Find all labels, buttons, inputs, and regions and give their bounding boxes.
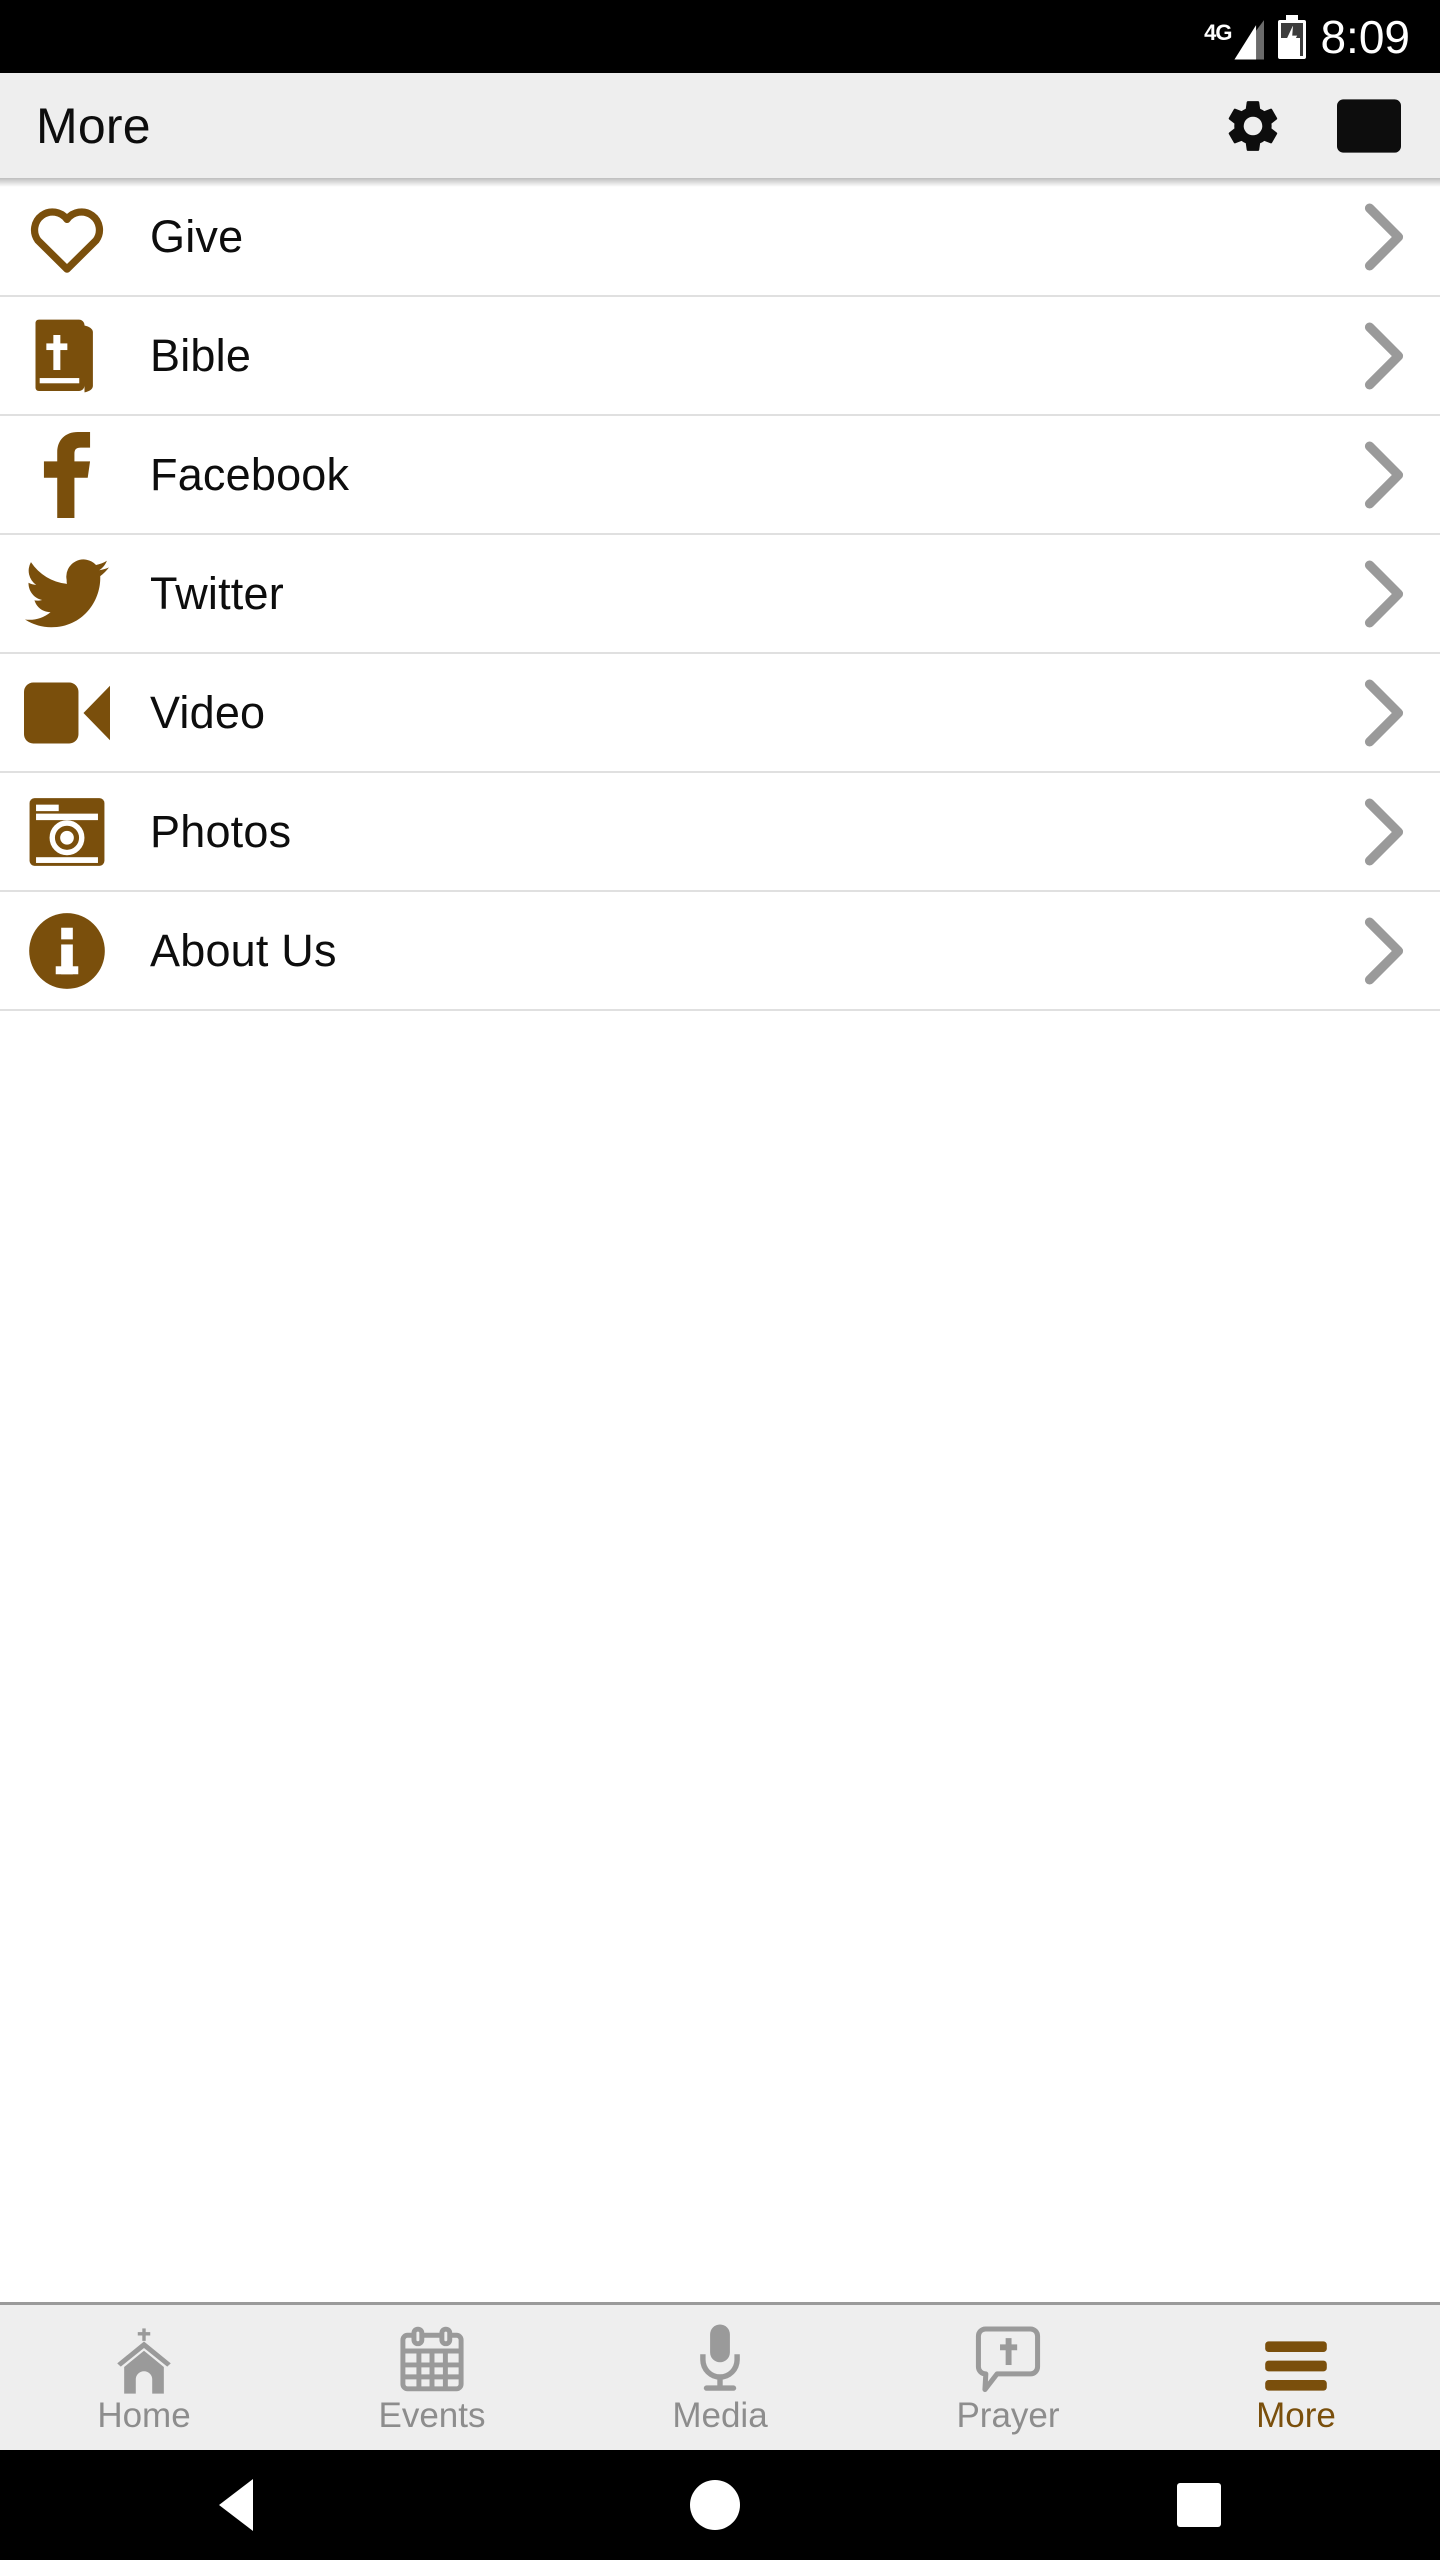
camera-icon	[24, 789, 110, 875]
hamburger-menu-icon	[1265, 2322, 1327, 2394]
system-navigation-bar	[0, 2450, 1440, 2560]
menu-item-photos[interactable]: Photos	[0, 773, 1440, 892]
phone-screen: 4G 8:09 More Give Bible Facebook Twitter…	[0, 0, 1440, 2560]
menu-item-label: Video	[150, 686, 266, 738]
tab-label: Media	[672, 2396, 768, 2435]
chevron-right-icon	[1362, 677, 1406, 749]
facebook-icon	[24, 431, 110, 518]
chevron-right-icon	[1362, 439, 1406, 511]
menu-item-label: Photos	[150, 805, 292, 857]
menu-item-label: Facebook	[150, 448, 350, 500]
tab-home[interactable]: Home	[0, 2305, 288, 2450]
tab-label: Home	[97, 2396, 191, 2435]
bible-book-icon	[24, 313, 110, 399]
video-camera-icon	[24, 670, 110, 756]
menu-item-give[interactable]: Give	[0, 178, 1440, 297]
menu-item-bible[interactable]: Bible	[0, 297, 1440, 416]
menu-item-label: Twitter	[150, 567, 284, 619]
status-bar: 4G 8:09	[0, 0, 1440, 73]
chevron-right-icon	[1362, 796, 1406, 868]
status-bar-clock: 8:09	[1320, 10, 1410, 63]
menu-item-video[interactable]: Video	[0, 654, 1440, 773]
page-title: More	[36, 97, 151, 154]
chevron-right-icon	[1362, 915, 1406, 987]
info-circle-icon	[24, 908, 110, 994]
chevron-right-icon	[1362, 201, 1406, 273]
tab-label: Prayer	[956, 2396, 1060, 2435]
envelope-icon[interactable]	[1336, 93, 1402, 159]
menu-item-about-us[interactable]: About Us	[0, 892, 1440, 1011]
church-icon	[110, 2322, 178, 2394]
tab-more[interactable]: More	[1152, 2305, 1440, 2450]
tab-events[interactable]: Events	[288, 2305, 576, 2450]
tab-label: More	[1256, 2396, 1336, 2435]
speech-bubble-cross-icon	[975, 2322, 1041, 2394]
calendar-icon	[400, 2322, 464, 2394]
header-actions	[1220, 93, 1402, 159]
more-menu-list: Give Bible Facebook Twitter Video Photos…	[0, 178, 1440, 2302]
back-triangle-icon[interactable]	[218, 2479, 253, 2531]
menu-item-label: Give	[150, 210, 244, 262]
app-header: More	[0, 73, 1440, 187]
recents-square-icon[interactable]	[1177, 2483, 1222, 2527]
bottom-tab-bar: Home Events Media Prayer More	[0, 2302, 1440, 2450]
tab-media[interactable]: Media	[576, 2305, 864, 2450]
home-circle-icon[interactable]	[689, 2480, 740, 2530]
signal-bars-icon	[1234, 19, 1265, 60]
network-status: 4G	[1204, 14, 1265, 60]
network-type-label: 4G	[1204, 19, 1232, 45]
chevron-right-icon	[1362, 320, 1406, 392]
chevron-right-icon	[1362, 558, 1406, 630]
gear-icon[interactable]	[1220, 93, 1286, 159]
menu-item-label: About Us	[150, 924, 337, 976]
menu-item-twitter[interactable]: Twitter	[0, 535, 1440, 654]
microphone-icon	[693, 2322, 747, 2394]
menu-item-label: Bible	[150, 329, 252, 381]
heart-outline-icon	[24, 194, 110, 280]
tab-prayer[interactable]: Prayer	[864, 2305, 1152, 2450]
twitter-bird-icon	[24, 551, 110, 637]
battery-charging-icon	[1278, 14, 1307, 59]
menu-item-facebook[interactable]: Facebook	[0, 416, 1440, 535]
tab-label: Events	[378, 2396, 486, 2435]
